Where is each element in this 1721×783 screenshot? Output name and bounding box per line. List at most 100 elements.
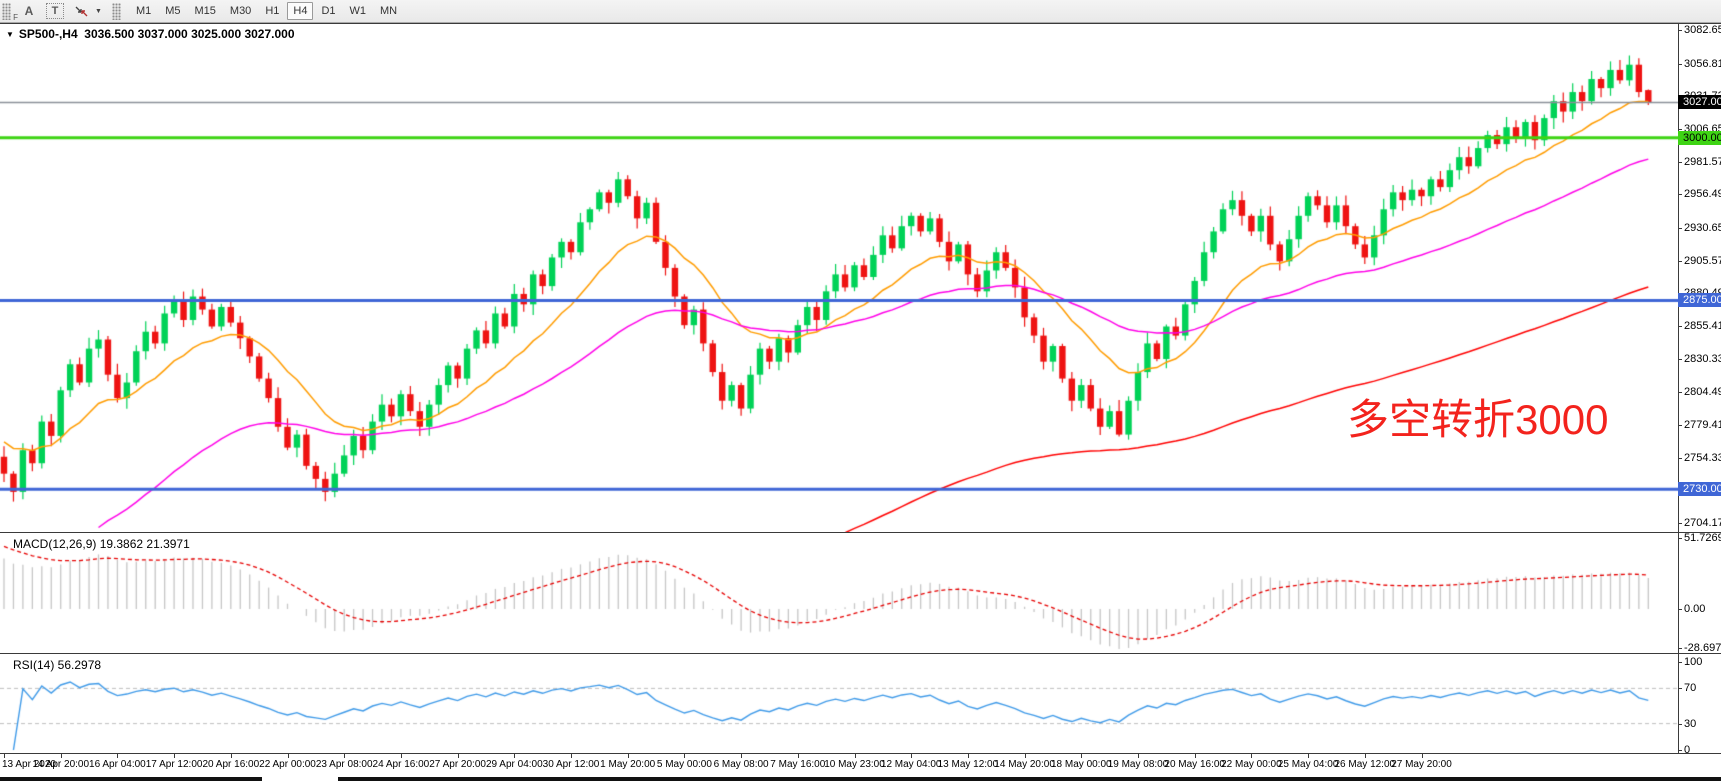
time-axis-tick [401, 754, 402, 758]
price-chart-canvas[interactable] [0, 24, 1678, 532]
price-axis-label: 2779.410 [1684, 419, 1721, 431]
time-axis-tick [288, 754, 289, 758]
arrow-dropdown-caret[interactable]: ▼ [95, 8, 102, 15]
time-axis-label: 12 May 04:00 [881, 759, 942, 770]
timeframe-button-h4[interactable]: H4 [287, 2, 313, 20]
time-axis-label: 5 May 00:00 [657, 759, 712, 770]
time-axis-label: 25 May 04:00 [1278, 759, 1339, 770]
text-label-tool-icon[interactable]: T [46, 3, 64, 19]
time-axis-tick [741, 754, 742, 758]
rsi-axis-label: 0 [1684, 744, 1690, 756]
time-axis-label: 30 Apr 12:00 [543, 759, 600, 770]
rsi-axis-tick [1678, 724, 1682, 725]
timeframe-button-m1[interactable]: M1 [130, 2, 157, 20]
time-axis-label: 18 May 00:00 [1051, 759, 1112, 770]
time-axis-tick [1138, 754, 1139, 758]
price-axis-label: 2981.570 [1684, 156, 1721, 168]
symbol-dropdown-icon[interactable]: ▼ [6, 30, 14, 39]
time-axis-tick [1195, 754, 1196, 758]
time-axis-tick [1025, 754, 1026, 758]
arrow-objects-icon[interactable] [70, 2, 92, 21]
time-axis-label: 13 May 12:00 [938, 759, 999, 770]
price-axis-label: 2855.410 [1684, 320, 1721, 332]
rsi-axis-tick [1678, 662, 1682, 663]
rsi-axis-tick [1678, 750, 1682, 751]
macd-axis-label: 0.00 [1684, 603, 1705, 615]
time-axis-label: 14 Apr 20:00 [32, 759, 89, 770]
toolbar-drag-handle[interactable]: F [2, 3, 11, 20]
time-axis-tick [344, 754, 345, 758]
ohlc-readout: 3036.500 3037.000 3025.000 3027.000 [84, 27, 294, 41]
time-axis-tick [514, 754, 515, 758]
timeframe-button-d1[interactable]: D1 [315, 2, 341, 20]
timeframe-button-mn[interactable]: MN [374, 2, 403, 20]
macd-indicator-label: MACD(12,26,9) 19.3862 21.3971 [13, 537, 190, 551]
price-axis-tick [1678, 359, 1682, 360]
price-axis-label: 3056.810 [1684, 58, 1721, 70]
time-axis-tick [174, 754, 175, 758]
timeframe-button-h1[interactable]: H1 [259, 2, 285, 20]
time-axis-label: 24 Apr 16:00 [373, 759, 430, 770]
time-axis-label: 7 May 16:00 [770, 759, 825, 770]
timeframe-drag-handle[interactable] [112, 3, 121, 20]
time-axis-label: 22 Apr 00:00 [259, 759, 316, 770]
scrollbar-thumb[interactable] [262, 777, 338, 781]
price-axis-tick [1678, 458, 1682, 459]
time-axis-label: 14 May 20:00 [994, 759, 1055, 770]
time-axis-label: 23 Apr 08:00 [316, 759, 373, 770]
timeframe-button-m15[interactable]: M15 [189, 2, 222, 20]
time-axis-label: 17 Apr 12:00 [146, 759, 203, 770]
rsi-axis-label: 100 [1684, 656, 1702, 668]
time-axis-tick [684, 754, 685, 758]
time-axis-label: 27 May 20:00 [1391, 759, 1452, 770]
price-axis-label: 2704.170 [1684, 517, 1721, 529]
time-axis-tick [458, 754, 459, 758]
price-axis-tick [1678, 64, 1682, 65]
font-tool-icon[interactable]: A [18, 2, 40, 21]
macd-axis-tick [1678, 538, 1682, 539]
time-axis-tick [1081, 754, 1082, 758]
price-axis-label: 2804.490 [1684, 386, 1721, 398]
time-axis-tick [117, 754, 118, 758]
timeframe-button-w1[interactable]: W1 [344, 2, 373, 20]
time-axis-label: 20 May 16:00 [1164, 759, 1225, 770]
price-axis-label: 2830.330 [1684, 353, 1721, 365]
time-axis-label: 22 May 00:00 [1221, 759, 1282, 770]
timeframe-toolbar: M1M5M15M30H1H4D1W1MN [129, 2, 404, 20]
time-axis-tick [911, 754, 912, 758]
macd-panel-canvas[interactable] [0, 533, 1678, 653]
time-axis-label: 1 May 20:00 [600, 759, 655, 770]
price-axis-label: 3082.650 [1684, 24, 1721, 36]
price-axis-tick [1678, 228, 1682, 229]
rsi-panel-canvas[interactable] [0, 654, 1678, 753]
timeframe-button-m30[interactable]: M30 [224, 2, 257, 20]
symbol-period-label: SP500-,H4 [19, 27, 78, 41]
time-axis-tick [571, 754, 572, 758]
price-level-badge: 3000.000 [1678, 131, 1721, 145]
price-axis-label: 2754.330 [1684, 452, 1721, 464]
chart-title: ▼ SP500-,H4 3036.500 3037.000 3025.000 30… [6, 27, 295, 41]
time-axis-tick [798, 754, 799, 758]
price-axis-tick [1678, 425, 1682, 426]
price-axis-label: 2956.490 [1684, 188, 1721, 200]
time-axis-label: 27 Apr 20:00 [429, 759, 486, 770]
rsi-axis-tick [1678, 688, 1682, 689]
price-axis-tick [1678, 523, 1682, 524]
chart-text-annotation: 多空转折3000 [1347, 399, 1608, 441]
price-axis-tick [1678, 261, 1682, 262]
price-level-badge: 2875.000 [1678, 293, 1721, 307]
price-axis-tick [1678, 30, 1682, 31]
timeframe-button-m5[interactable]: M5 [159, 2, 186, 20]
horizontal-scrollbar[interactable] [0, 777, 1721, 781]
time-axis-tick [1365, 754, 1366, 758]
time-axis-label: 6 May 08:00 [714, 759, 769, 770]
time-axis-tick [1422, 754, 1423, 758]
time-axis-tick [855, 754, 856, 758]
macd-axis-tick [1678, 648, 1682, 649]
time-axis-label: 19 May 08:00 [1108, 759, 1169, 770]
time-axis-tick [4, 754, 5, 758]
mt4-window: F A T ▼ M1M5M15M30H1H4D1W1MN ▼ SP500-,H4 … [0, 0, 1721, 783]
time-axis-tick [1251, 754, 1252, 758]
rsi-axis-label: 30 [1684, 718, 1696, 730]
time-axis-top-border [0, 753, 1721, 754]
